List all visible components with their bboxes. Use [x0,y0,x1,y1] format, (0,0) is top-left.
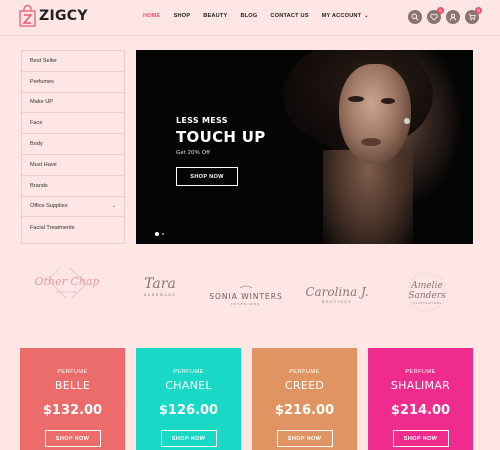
nav-contact-us[interactable]: CONTACT US [270,13,308,19]
brand-logos: Other Chap FASHION Tara HANDMADE SONIA W… [0,262,500,321]
nav-home[interactable]: HOME [143,13,161,19]
cart-icon[interactable]: 0 [465,7,482,24]
brand-logo-graphic: Carolina J. BOUTIQUE [305,285,368,304]
sidebar-item-label: Perfumes [30,78,54,85]
cart-count-badge: 0 [475,7,482,14]
sidebar-item-label: Face [30,120,43,127]
product-name: BELLE [54,379,91,392]
shopping-bag-logo-icon [19,5,36,27]
chevron-down-icon[interactable]: ⌄ [112,203,116,209]
wishlist-count-badge: 0 [437,7,444,14]
svg-text:ILLUSTRATIONS: ILLUSTRATIONS [412,301,442,305]
svg-text:Other Chap: Other Chap [35,275,100,288]
nav-my-account-label: MY ACCOUNT [321,13,362,19]
svg-text:SONIA WINTERS: SONIA WINTERS [209,292,283,301]
brand-logo-tara[interactable]: Tara HANDMADE [130,268,190,313]
shop-now-button[interactable]: SHOP NOW [276,430,333,447]
search-icon[interactable] [408,10,422,24]
product-name: CHANEL [165,379,212,392]
sidebar-item-must-have[interactable]: Must Have [22,155,124,176]
svg-text:HANDMADE: HANDMADE [144,293,177,297]
brand-logo-other-chap[interactable]: Other Chap FASHION [30,262,105,303]
header-actions: 0 0 [408,7,484,24]
sidebar-item-label: Brands [30,182,48,189]
brand-logo-graphic: SONIA WINTERS INTERIORS [209,285,283,306]
product-card-chanel: PERFUME CHANEL $126.00 SHOP NOW [136,348,241,450]
product-category: PERFUME [173,369,204,375]
slider-dots [155,232,167,236]
sidebar-item-office-supplies[interactable]: Office Supplies ⌄ [22,197,124,218]
product-card-belle: PERFUME BELLE $132.00 SHOP NOW [20,348,125,450]
svg-text:INTERIORS: INTERIORS [231,302,261,306]
svg-text:Tara: Tara [144,276,176,292]
nav-my-account[interactable]: MY ACCOUNT ⌄ [322,13,369,19]
product-name: SHALIMAR [390,379,451,392]
shop-now-button[interactable]: SHOP NOW [392,430,449,447]
sidebar-item-brands[interactable]: Brands [22,176,124,197]
chevron-down-icon: ⌄ [364,13,369,19]
product-category: PERFUME [405,369,436,375]
product-name: CREED [284,379,325,392]
brand-logo-sonia-winters[interactable]: SONIA WINTERS INTERIORS [200,268,292,313]
sidebar-item-best-seller[interactable]: Best Seller [22,51,124,72]
hero-title: TOUCH UP [176,128,266,146]
nav-blog[interactable]: BLOG [240,13,257,19]
sidebar-item-label: Must Have [30,161,57,168]
sidebar-item-label: Office Supplies [30,203,68,210]
sidebar-item-label: Facial Treatments [30,224,75,231]
hero-banner: LESS MESS TOUCH UP Get 20% Off SHOP NOW [136,50,473,244]
hero-subtitle: LESS MESS [176,116,228,125]
sidebar-item-make-up[interactable]: Make UP [22,93,124,114]
sidebar-item-facial-treatments[interactable]: Facial Treatments [22,217,124,238]
shop-now-button[interactable]: SHOP NOW [160,430,217,447]
svg-text:Carolina J.: Carolina J. [305,285,368,299]
product-category: PERFUME [57,369,88,375]
sidebar-item-label: Body [30,141,43,148]
hero-offer: Get 20% Off [176,150,210,156]
product-price: $216.00 [274,403,335,418]
svg-text:FASHION: FASHION [57,290,77,294]
logo-text: ZIGCY [39,8,88,24]
svg-text:BOUTIQUE: BOUTIQUE [322,300,352,304]
svg-text:Amelie: Amelie [410,281,442,291]
main-nav: HOME SHOP BEAUTY BLOG CONTACT US MY ACCO… [143,13,382,19]
slider-dot-active[interactable] [155,232,159,236]
brand-logo-graphic: Amelie Sanders ILLUSTRATIONS [407,272,447,312]
product-price: $132.00 [42,403,103,418]
brand-logo-carolina-j[interactable]: Carolina J. BOUTIQUE [298,268,376,313]
product-category: PERFUME [289,369,320,375]
product-price: $214.00 [390,403,451,418]
brand-logo-graphic: Tara HANDMADE [144,276,177,297]
category-sidebar: Best Seller Perfumes Make UP Face Body M… [21,50,125,244]
site-header: ZIGCY HOME SHOP BEAUTY BLOG CONTACT US M… [0,0,500,36]
nav-beauty[interactable]: BEAUTY [203,13,227,19]
sidebar-item-label: Best Seller [30,57,58,64]
product-card-shalimar: PERFUME SHALIMAR $214.00 SHOP NOW [368,348,473,450]
brand-logo-amelie-sanders[interactable]: Amelie Sanders ILLUSTRATIONS [392,268,462,321]
shop-now-button[interactable]: SHOP NOW [44,430,101,447]
hero-shop-now-button[interactable]: SHOP NOW [176,167,238,186]
nav-shop[interactable]: SHOP [174,13,191,19]
svg-text:Sanders: Sanders [408,291,446,301]
product-price: $126.00 [158,403,219,418]
wishlist-heart-icon[interactable]: 0 [427,7,444,24]
sidebar-item-perfumes[interactable]: Perfumes [22,72,124,93]
sidebar-item-body[interactable]: Body [22,134,124,155]
user-account-icon[interactable] [446,10,460,24]
slider-dot[interactable] [162,233,164,235]
product-card-creed: PERFUME CREED $216.00 SHOP NOW [252,348,357,450]
sidebar-item-label: Make UP [30,99,54,106]
logo[interactable]: ZIGCY [19,5,88,27]
sidebar-item-face[interactable]: Face [22,113,124,135]
brand-logo-graphic: Other Chap FASHION [35,262,100,302]
